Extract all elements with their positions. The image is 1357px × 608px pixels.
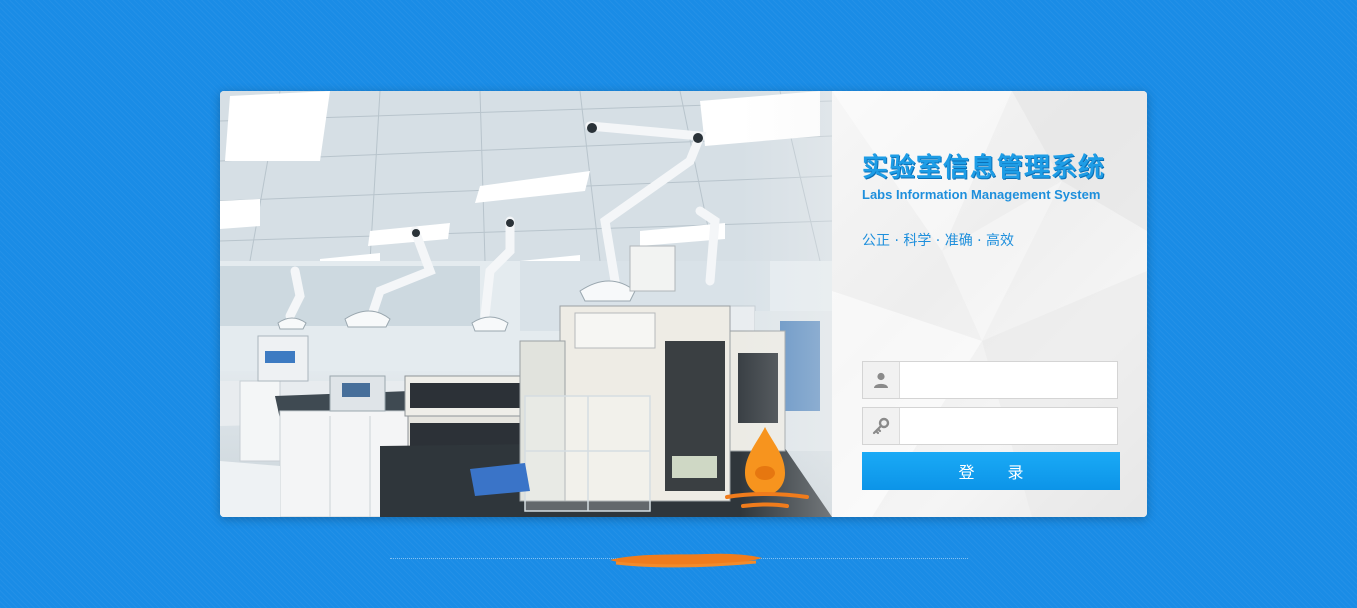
password-input[interactable] [900, 408, 1117, 444]
app-title: 实验室信息管理系统 [862, 153, 1106, 183]
login-card: 实验室信息管理系统 Labs Information Management Sy… [220, 91, 1147, 517]
app-slogan: 公正 · 科学 · 准确 · 高效 [862, 233, 1015, 249]
username-input[interactable] [900, 362, 1117, 398]
flame-mark-icon [725, 427, 809, 508]
footer-redaction-mark [610, 553, 762, 568]
user-icon [863, 362, 900, 398]
login-panel: 实验室信息管理系统 Labs Information Management Sy… [832, 91, 1147, 517]
password-field [862, 407, 1118, 445]
login-button[interactable]: 登 录 [862, 452, 1120, 490]
app-subtitle: Labs Information Management System [862, 187, 1101, 202]
username-field [862, 361, 1118, 399]
lab-photo [220, 91, 832, 517]
key-icon [863, 408, 900, 444]
